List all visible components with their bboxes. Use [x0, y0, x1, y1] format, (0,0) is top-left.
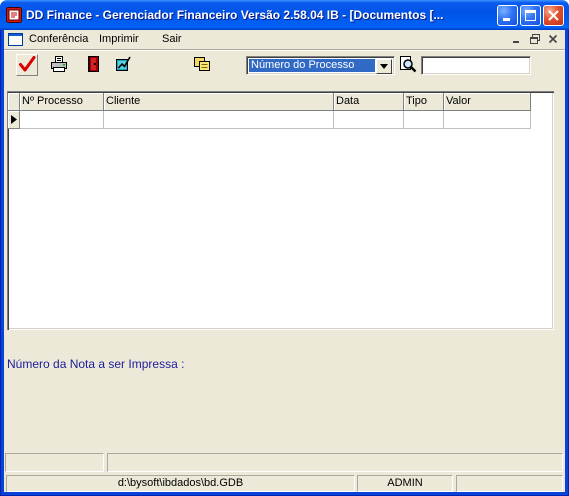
- documents-grid[interactable]: Nº Processo Cliente Data Tipo Valor: [7, 91, 554, 330]
- column-header-valor[interactable]: Valor: [444, 93, 531, 111]
- magnifier-icon: [399, 55, 417, 76]
- app-window: DD Finance - Gerenciador Financeiro Vers…: [0, 0, 569, 496]
- column-header-nprocesso[interactable]: Nº Processo: [20, 93, 104, 111]
- window-title: DD Finance - Gerenciador Financeiro Vers…: [26, 8, 444, 22]
- menu-conferencia[interactable]: Conferência: [25, 31, 92, 48]
- mdi-window-icon[interactable]: [8, 33, 23, 46]
- search-field-select[interactable]: Número do Processo: [246, 56, 395, 75]
- table-cell-tipo[interactable]: [404, 111, 444, 129]
- toolbar: Número do Processo: [4, 51, 565, 83]
- status-panel-upper-2: [107, 453, 563, 472]
- mdi-close-icon[interactable]: [547, 33, 559, 45]
- search-button[interactable]: [398, 55, 418, 75]
- title-bar[interactable]: DD Finance - Gerenciador Financeiro Vers…: [0, 0, 569, 30]
- print-button[interactable]: [48, 54, 70, 76]
- exit-door-icon: [84, 55, 102, 76]
- status-panel-3: [456, 475, 563, 492]
- maximize-button[interactable]: [520, 5, 541, 26]
- close-button[interactable]: [543, 5, 564, 26]
- column-header-data[interactable]: Data: [334, 93, 404, 111]
- table-cell-cliente[interactable]: [104, 111, 334, 129]
- search-input[interactable]: [421, 56, 531, 75]
- menu-imprimir[interactable]: Imprimir: [95, 31, 143, 48]
- status-database-path: d:\bysoft\ibdados\bd.GDB: [6, 475, 355, 492]
- table-cell-data[interactable]: [334, 111, 404, 129]
- copy-folder-icon: [193, 55, 211, 76]
- column-header-cliente[interactable]: Cliente: [104, 93, 334, 111]
- dropdown-button[interactable]: [376, 59, 392, 74]
- grid-header: Nº Processo Cliente Data Tipo Valor: [8, 93, 531, 111]
- mdi-restore-icon[interactable]: [529, 33, 541, 45]
- checkmark-icon: [18, 55, 36, 76]
- edit-button[interactable]: [112, 54, 134, 76]
- table-row[interactable]: [8, 111, 531, 129]
- status-bar: d:\bysoft\ibdados\bd.GDB ADMIN: [4, 474, 565, 492]
- status-panel-upper-1: [5, 453, 104, 472]
- copy-button[interactable]: [191, 54, 213, 76]
- printer-icon: [50, 55, 68, 76]
- status-user: ADMIN: [357, 475, 453, 492]
- table-cell-nprocesso[interactable]: [20, 111, 104, 129]
- header-indicator-cell: [8, 93, 20, 111]
- menu-bar: Conferência Imprimir Sair: [4, 30, 565, 49]
- minimize-button[interactable]: [497, 5, 518, 26]
- mdi-minimize-icon[interactable]: [511, 33, 523, 45]
- column-header-tipo[interactable]: Tipo: [404, 93, 444, 111]
- row-indicator-cell: [8, 111, 20, 129]
- status-bar-upper: [4, 452, 565, 473]
- table-cell-valor[interactable]: [444, 111, 531, 129]
- confirm-button[interactable]: [16, 54, 38, 76]
- exit-button[interactable]: [82, 54, 104, 76]
- edit-chart-icon: [114, 55, 132, 76]
- nota-number-label: Número da Nota a ser Impressa :: [7, 357, 185, 371]
- search-field-selected: Número do Processo: [249, 59, 375, 72]
- app-icon[interactable]: [6, 7, 22, 23]
- menu-sair[interactable]: Sair: [158, 31, 186, 48]
